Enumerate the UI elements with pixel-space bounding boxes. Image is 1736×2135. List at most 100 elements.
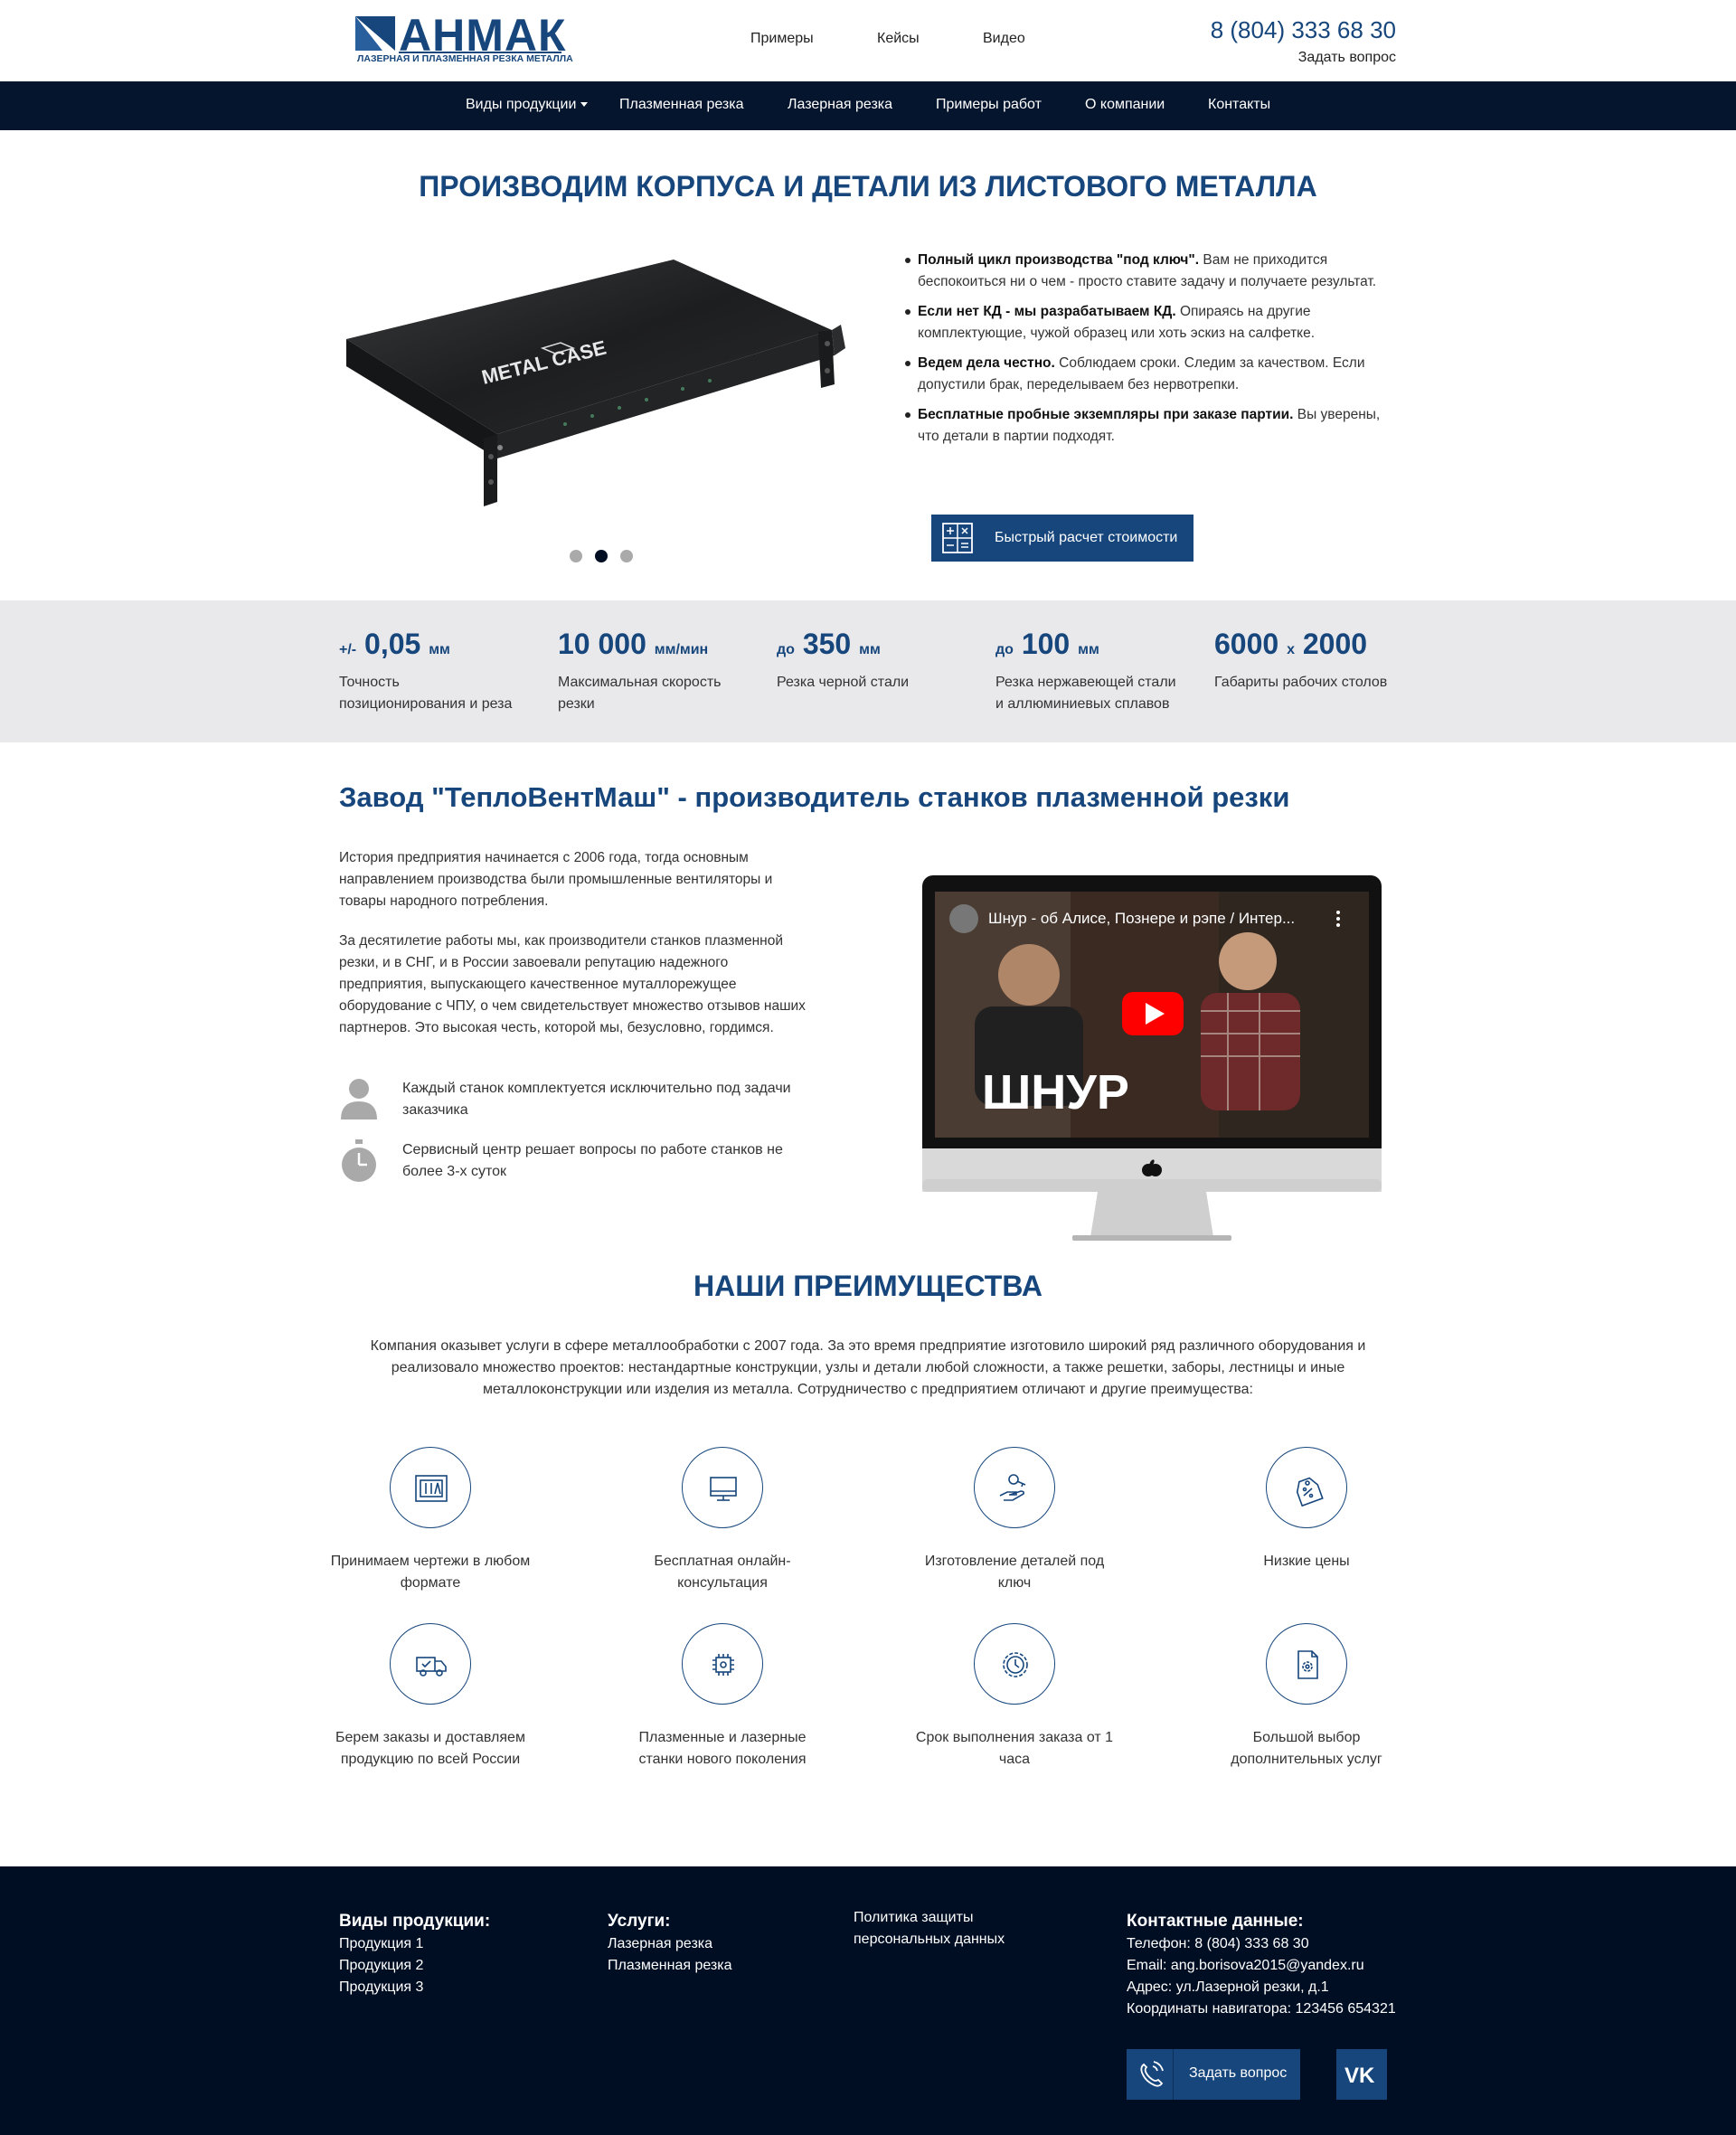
- hero-title: ПРОИЗВОДИМ КОРПУСА И ДЕТАЛИ ИЗ ЛИСТОВОГО…: [419, 170, 1317, 203]
- caret-down-icon: [580, 102, 589, 108]
- stat-unit: мм: [429, 642, 450, 657]
- youtube-play-icon[interactable]: [1122, 992, 1184, 1035]
- advantage-label: Берем заказы и доставляем продукцию по в…: [335, 1730, 525, 1767]
- hand-key-icon: [999, 1474, 1026, 1501]
- vk-icon: VK: [1344, 2064, 1375, 2088]
- advantage-circle: [682, 1623, 763, 1705]
- advantage-new-machines: Плазменные и лазерные станки нового поко…: [618, 1623, 826, 1771]
- stat-stainless: до 100 мм Резка нержавеющей стали и аллю…: [995, 628, 1185, 715]
- nav-item-products[interactable]: Виды продукции: [466, 97, 589, 113]
- footer-service-link[interactable]: Плазменная резка: [608, 1955, 732, 1977]
- phone-icon: [1127, 2049, 1174, 2100]
- vk-link[interactable]: VK: [1336, 2049, 1387, 2100]
- footer-service-link[interactable]: Лазерная резка: [608, 1933, 732, 1955]
- top-link-examples[interactable]: Примеры: [750, 31, 814, 47]
- advantages-title: НАШИ ПРЕИМУЩЕСТВА: [693, 1270, 1043, 1302]
- advantage-turnkey: Изготовление деталей под ключ: [910, 1447, 1118, 1594]
- advantage-circle: [1266, 1447, 1347, 1528]
- stat-number-2: 2000: [1302, 628, 1368, 660]
- advantage-circle: [390, 1623, 471, 1705]
- advantage-label: Изготовление деталей под ключ: [924, 1554, 1105, 1591]
- hero-benefit: Ведем дела честно. Соблюдаем сроки. След…: [905, 353, 1397, 396]
- monitor-icon: [710, 1477, 737, 1501]
- advantage-circle: [682, 1447, 763, 1528]
- metal-case-image[interactable]: METAL CASE: [339, 249, 845, 520]
- video-title: Шнур - об Алисе, Познере и рэпе / Интер.…: [988, 910, 1295, 927]
- footer-contact-coords: Координаты навигатора: 123456 654321: [1127, 2001, 1396, 2017]
- document-gear-icon: [1297, 1650, 1318, 1679]
- hero-benefit: Бесплатные пробные экземпляры при заказе…: [905, 404, 1397, 448]
- quick-calc-button[interactable]: Быстрый расчет стоимости: [931, 515, 1194, 562]
- header: АНМАК ЛАЗЕРНАЯ И ПЛАЗМЕННАЯ РЕЗКА МЕТАЛЛ…: [0, 0, 1736, 81]
- advantage-circle: [974, 1623, 1055, 1705]
- footer: Виды продукции: Продукция 1 Продукция 2 …: [0, 1866, 1736, 2135]
- stat-unit: мм/мин: [654, 642, 709, 657]
- footer-product-link[interactable]: Продукция 3: [339, 1977, 490, 1998]
- hero-benefit-bold: Если нет КД - мы разрабатываем КД.: [918, 304, 1176, 319]
- footer-services: Услуги: Лазерная резка Плазменная резка: [608, 1910, 732, 1977]
- stat-value: 6000 x 2000: [1214, 628, 1404, 661]
- advantage-label: Бесплатная онлайн-консультация: [654, 1554, 791, 1591]
- nav-item-works[interactable]: Примеры работ: [936, 97, 1042, 113]
- nav-item-contacts[interactable]: Контакты: [1208, 97, 1270, 113]
- chip-icon: [712, 1654, 734, 1676]
- stat-prefix: до: [777, 642, 795, 657]
- top-link-video[interactable]: Видео: [983, 31, 1025, 47]
- footer-ask-label: Задать вопрос: [1189, 2065, 1288, 2081]
- about-feature-service: Сервисный центр решает вопросы по работе…: [339, 1139, 809, 1194]
- footer-policy-line[interactable]: персональных данных: [854, 1929, 1005, 1951]
- slider-dot-3[interactable]: [620, 550, 633, 562]
- stat-desc: Габариты рабочих столов: [1214, 675, 1388, 690]
- advantage-label: Плазменные и лазерные станки нового поко…: [638, 1730, 807, 1767]
- about-paragraph: За десятилетие работы мы, как производит…: [339, 933, 806, 1035]
- stats-band: +/- 0,05 мм Точность позиционирования и …: [0, 600, 1736, 742]
- stat-black-steel: до 350 мм Резка черной стали: [777, 628, 967, 694]
- main-nav: Виды продукции Плазменная резка Лазерная…: [0, 81, 1736, 130]
- footer-products: Виды продукции: Продукция 1 Продукция 2 …: [339, 1910, 490, 1998]
- hero-benefit: Если нет КД - мы разрабатываем КД. Опира…: [905, 301, 1397, 345]
- footer-product-link[interactable]: Продукция 2: [339, 1955, 490, 1977]
- about-text: История предприятия начинается с 2006 го…: [339, 847, 809, 1057]
- stat-speed: 10 000 мм/мин Максимальная скорость резк…: [558, 628, 748, 715]
- stat-number: 0,05: [364, 628, 421, 660]
- footer-product-link[interactable]: Продукция 1: [339, 1933, 490, 1955]
- advantage-consultation: Бесплатная онлайн-консультация: [618, 1447, 826, 1594]
- nav-item-laser[interactable]: Лазерная резка: [788, 97, 892, 113]
- logo[interactable]: АНМАК ЛАЗЕРНАЯ И ПЛАЗМЕННАЯ РЕЗКА МЕТАЛЛ…: [355, 10, 573, 69]
- about-paragraph: История предприятия начинается с 2006 го…: [339, 850, 773, 909]
- delivery-truck-icon: [416, 1657, 447, 1677]
- advantage-circle: [1266, 1623, 1347, 1705]
- advantage-delivery: Берем заказы и доставляем продукцию по в…: [326, 1623, 534, 1771]
- stat-value: 10 000 мм/мин: [558, 628, 748, 661]
- header-phone[interactable]: 8 (804) 333 68 30: [1211, 16, 1396, 44]
- quick-calc-label: Быстрый расчет стоимости: [995, 530, 1178, 545]
- person-icon: [341, 1079, 377, 1119]
- top-link-cases[interactable]: Кейсы: [877, 31, 920, 47]
- stat-value: до 100 мм: [995, 628, 1185, 661]
- slider-dot-1[interactable]: [570, 550, 582, 562]
- footer-policy-line[interactable]: Политика защиты: [854, 1907, 1005, 1929]
- nav-item-plasma[interactable]: Плазменная резка: [619, 97, 744, 113]
- logo-mark-icon: [355, 16, 395, 51]
- footer-services-title: Услуги:: [608, 1912, 671, 1931]
- video-monitor[interactable]: Шнур - об Алисе, Познере и рэпе / Интер.…: [920, 875, 1383, 1241]
- footer-products-title: Виды продукции:: [339, 1912, 491, 1931]
- calculator-icon: [942, 523, 973, 553]
- hero-benefit-bold: Полный цикл производства "под ключ".: [918, 252, 1200, 268]
- stat-desc: Резка нержавеющей стали и аллюминиевых с…: [995, 675, 1176, 712]
- advantage-fast-order: Срок выполнения заказа от 1 часа: [910, 1623, 1118, 1771]
- hero-benefit: Полный цикл производства "под ключ". Вам…: [905, 250, 1397, 293]
- slider-dot-2[interactable]: [595, 550, 608, 562]
- stat-value: +/- 0,05 мм: [339, 628, 529, 661]
- advantage-circle: [390, 1447, 471, 1528]
- nav-item-products-label: Виды продукции: [466, 97, 577, 112]
- footer-ask-button[interactable]: Задать вопрос: [1127, 2049, 1300, 2100]
- footer-policy[interactable]: Политика защиты персональных данных: [854, 1907, 1005, 1951]
- logo-subtitle: ЛАЗЕРНАЯ И ПЛАЗМЕННАЯ РЕЗКА МЕТАЛЛА: [357, 53, 573, 64]
- nav-item-about[interactable]: О компании: [1085, 97, 1165, 113]
- hero-benefits-list: Полный цикл производства "под ключ". Вам…: [905, 250, 1397, 456]
- stat-unit: мм: [859, 642, 881, 657]
- stat-desc: Точность позиционирования и реза: [339, 675, 513, 712]
- header-ask-link[interactable]: Задать вопрос: [1298, 50, 1396, 66]
- advantage-label: Большой выбор дополнительных услуг: [1231, 1730, 1382, 1767]
